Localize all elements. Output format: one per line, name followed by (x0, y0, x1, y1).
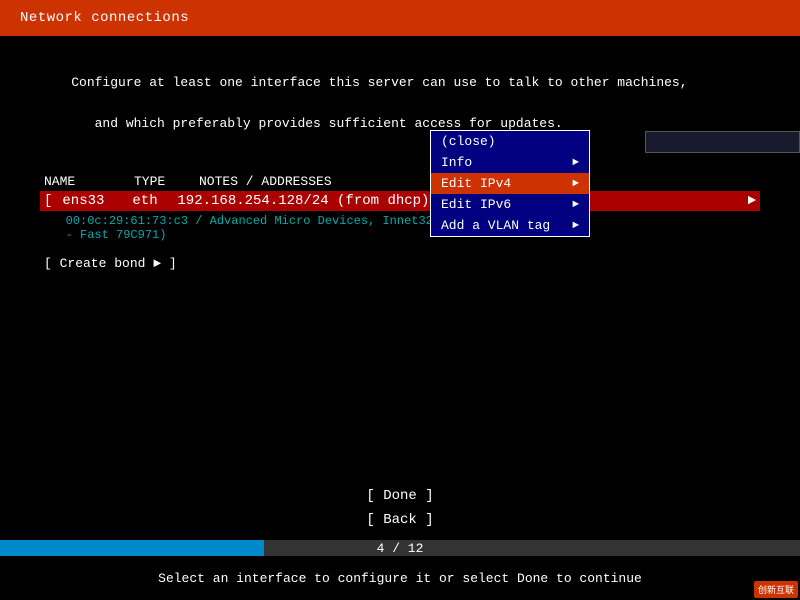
menu-item-edit-ipv6[interactable]: Edit IPv6► (431, 194, 589, 215)
title-bar: Network connections (0, 0, 800, 36)
progress-bar-fill (0, 540, 264, 556)
buttons-area: [ Done ] [ Back ] (0, 486, 800, 530)
interface-row[interactable]: [ ens33 eth 192.168.254.128/24 (from dhc… (40, 191, 760, 211)
description-line1: Configure at least one interface this se… (71, 75, 687, 90)
back-button[interactable]: [ Back ] (346, 510, 453, 530)
iface-name: ens33 (62, 193, 122, 209)
context-menu: (close)Info►Edit IPv4►Edit IPv6►Add a VL… (430, 130, 590, 237)
title-text: Network connections (20, 10, 189, 26)
col-name-header: NAME (44, 174, 114, 189)
main-content: Configure at least one interface this se… (0, 36, 800, 291)
iface-type: eth (132, 193, 167, 209)
watermark: 创新互联 (754, 581, 798, 598)
table-header: NAME TYPE NOTES / ADDRESSES (40, 172, 760, 191)
menu-item-close[interactable]: (close) (431, 131, 589, 152)
status-text: Select an interface to configure it or s… (158, 571, 642, 586)
status-bar: Select an interface to configure it or s… (0, 556, 800, 600)
col-type-header: TYPE (134, 174, 179, 189)
menu-item-info[interactable]: Info► (431, 152, 589, 173)
create-bond[interactable]: [ Create bond ► ] (40, 252, 760, 275)
progress-label: 4 / 12 (377, 541, 424, 556)
right-bar-decoration (645, 131, 800, 153)
done-button[interactable]: [ Done ] (346, 486, 453, 506)
iface-details: 00:0c:29:61:73:c3 / Advanced Micro Devic… (40, 213, 760, 244)
menu-item-edit-ipv4[interactable]: Edit IPv4► (431, 173, 589, 194)
menu-item-add-vlan[interactable]: Add a VLAN tag► (431, 215, 589, 236)
progress-bar-container: 4 / 12 (0, 540, 800, 556)
